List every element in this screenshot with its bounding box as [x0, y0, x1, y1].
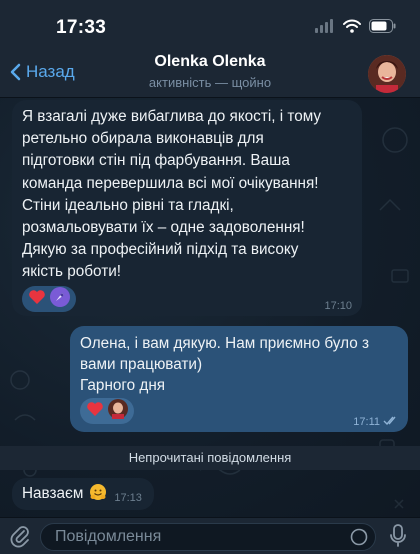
message-text: Олена, і вам дякую. Нам приємно було з в…	[80, 335, 369, 394]
hugging-face-icon	[89, 483, 107, 506]
heart-icon	[86, 401, 104, 422]
message-input[interactable]	[40, 523, 376, 551]
chat-header: Назад Olenka Olenka активність — щойно	[0, 50, 420, 98]
message-outgoing[interactable]: Олена, і вам дякую. Нам приємно було з в…	[70, 326, 408, 432]
microphone-icon[interactable]	[389, 524, 407, 553]
paperclip-icon[interactable]	[10, 524, 30, 553]
status-icons	[315, 19, 396, 38]
contact-status: активність — щойно	[148, 75, 272, 90]
message-text: Навзаєм	[22, 485, 84, 502]
back-label: Назад	[26, 62, 75, 81]
contact-info[interactable]: Olenka Olenka активність — щойно	[110, 53, 310, 90]
message-incoming[interactable]: Навзаєм 17:13	[12, 478, 154, 510]
avatar[interactable]	[368, 55, 406, 93]
message-time: 17:11	[353, 416, 398, 428]
battery-icon	[369, 19, 396, 38]
reactions[interactable]	[80, 398, 134, 424]
status-bar: 17:33	[0, 0, 420, 50]
message-incoming[interactable]: Я взагалі дуже вибаглива до якості, і то…	[12, 100, 362, 316]
heart-icon	[28, 289, 46, 310]
contact-name: Olenka Olenka	[154, 53, 266, 70]
status-time: 17:33	[56, 17, 107, 38]
message-input-text[interactable]	[41, 524, 375, 550]
double-check-icon	[383, 416, 398, 428]
reactions[interactable]	[22, 286, 76, 312]
signal-icon	[315, 19, 335, 38]
sticker-icon[interactable]	[350, 528, 368, 551]
reaction-avatar	[50, 286, 70, 312]
message-time: 17:10	[324, 300, 352, 312]
back-button[interactable]: Назад	[10, 62, 75, 82]
message-time-text: 17:11	[353, 416, 380, 428]
unread-divider: Непрочитані повідомлення	[0, 446, 420, 470]
wifi-icon	[343, 19, 361, 38]
message-input-bar	[0, 517, 420, 554]
message-text: Я взагалі дуже вибаглива до якості, і то…	[22, 108, 322, 281]
chevron-left-icon	[10, 63, 21, 81]
message-time: 17:13	[114, 492, 142, 504]
reaction-avatar	[108, 398, 128, 424]
